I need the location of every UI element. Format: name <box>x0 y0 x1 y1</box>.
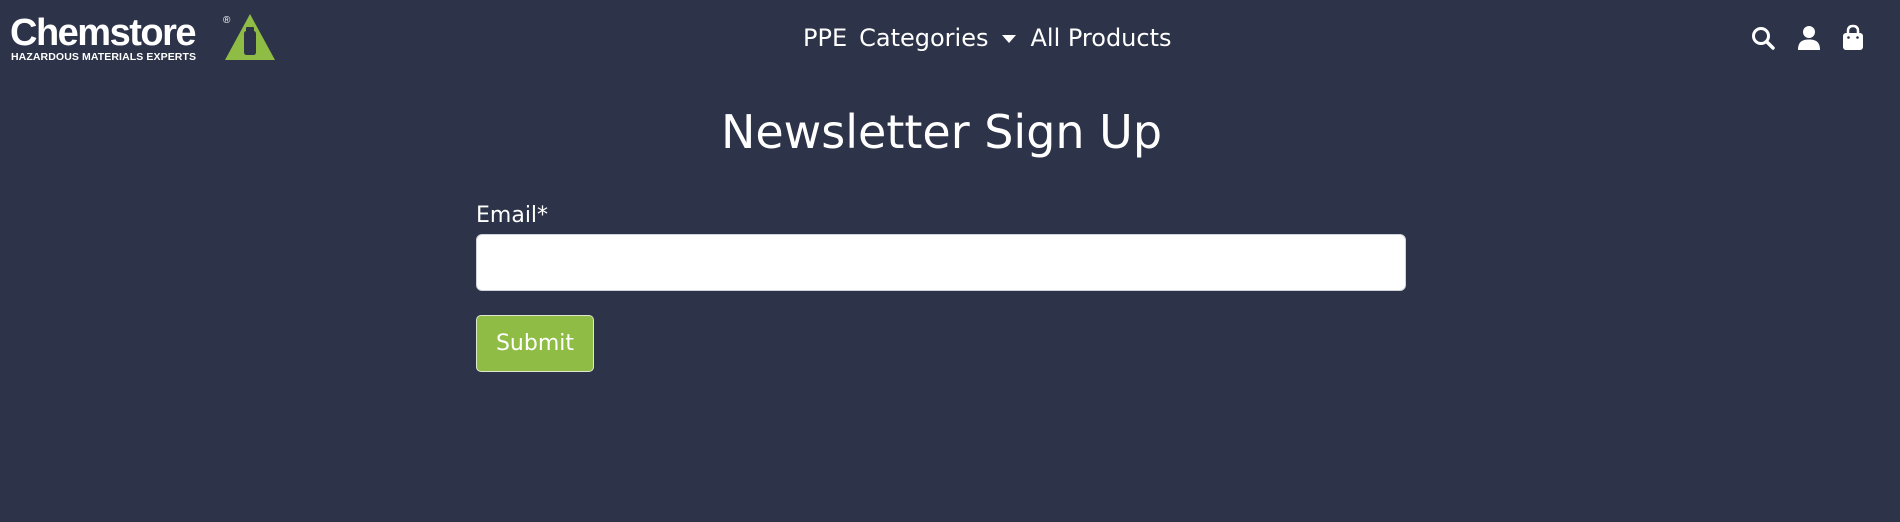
nav-item-categories-label: Categories <box>859 24 989 52</box>
site-header: Chemstore ® HAZARDOUS MATERIALS EXPERTS … <box>0 0 1900 80</box>
email-label: Email* <box>476 203 549 228</box>
account-icon[interactable] <box>1796 24 1822 52</box>
nav-item-categories[interactable]: Categories <box>859 24 1017 52</box>
cart-icon[interactable] <box>1840 24 1866 52</box>
main-nav: PPE Categories All Products <box>803 22 1172 54</box>
page-title: Newsletter Sign Up <box>720 105 1163 159</box>
chemstore-logo[interactable]: Chemstore ® HAZARDOUS MATERIALS EXPERTS <box>10 14 275 64</box>
caret-down-icon <box>1002 35 1017 43</box>
logo-tagline: HAZARDOUS MATERIALS EXPERTS <box>11 51 197 63</box>
logo-wordmark: Chemstore <box>10 12 197 54</box>
email-field[interactable] <box>476 234 1406 291</box>
logo-triangle-icon <box>225 14 275 60</box>
nav-item-ppe[interactable]: PPE <box>803 24 847 52</box>
submit-button[interactable]: Submit <box>476 315 594 372</box>
search-icon[interactable] <box>1750 24 1776 52</box>
nav-item-all-products[interactable]: All Products <box>1030 24 1171 52</box>
